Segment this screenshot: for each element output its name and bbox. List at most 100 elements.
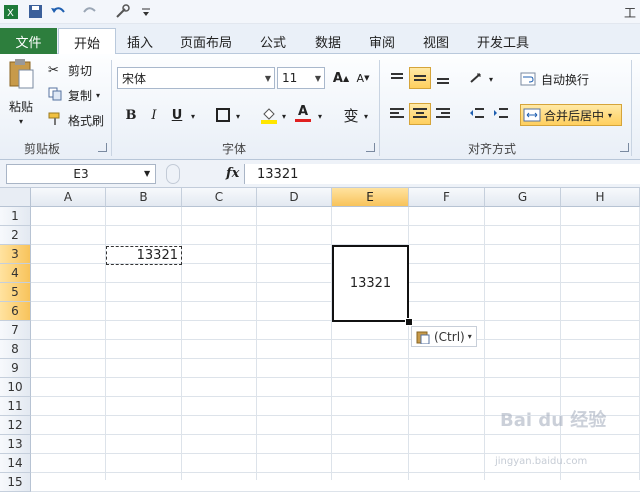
save-icon[interactable] — [26, 3, 44, 20]
tab-view[interactable]: 视图 — [414, 28, 458, 54]
orientation-dropdown-icon[interactable]: ▾ — [489, 75, 493, 84]
row-header-14[interactable]: 14 — [0, 454, 31, 473]
paste-button[interactable]: 粘贴 ▾ — [4, 58, 38, 130]
paste-options-button[interactable]: (Ctrl) ▾ — [411, 326, 477, 347]
border-button[interactable] — [212, 104, 234, 126]
font-color-dropdown-icon[interactable]: ▾ — [318, 112, 322, 121]
italic-button[interactable]: I — [143, 104, 165, 126]
grow-font-button[interactable]: A ▲ — [330, 67, 352, 89]
formula-bar-splitter[interactable] — [166, 164, 180, 184]
increase-indent-button[interactable] — [490, 103, 512, 125]
insert-function-icon[interactable]: fx — [226, 166, 239, 181]
gridline-column — [484, 207, 485, 480]
row-header-2[interactable]: 2 — [0, 226, 31, 245]
alignment-launcher-icon[interactable] — [620, 143, 629, 152]
undo-icon[interactable] — [48, 3, 70, 20]
worksheet-grid[interactable]: ABCDEFGH 1 2 3 4 5 6 7 8 9 10 11 12 13 14 15 — [0, 188, 640, 492]
align-right-button[interactable] — [432, 103, 454, 125]
tab-file[interactable]: 文件 — [0, 28, 57, 54]
border-dropdown-icon[interactable]: ▾ — [236, 112, 240, 121]
copy-dropdown-icon: ▾ — [96, 90, 101, 100]
phonetic-button[interactable]: 变 — [340, 104, 362, 126]
align-bottom-button[interactable] — [432, 67, 454, 89]
row-header-1[interactable]: 1 — [0, 207, 31, 226]
chevron-down-icon: ▼ — [264, 74, 271, 83]
column-header-g[interactable]: G — [485, 188, 561, 207]
tab-developer[interactable]: 开发工具 — [468, 28, 538, 54]
align-middle-button[interactable] — [409, 67, 431, 89]
row-header-3[interactable]: 3 — [0, 245, 31, 264]
format-painter-button[interactable]: 格式刷 — [48, 110, 104, 130]
shrink-font-button[interactable]: A ▼ — [352, 67, 374, 89]
font-size-select[interactable]: 11 ▼ — [277, 67, 325, 89]
tab-page-layout[interactable]: 页面布局 — [172, 28, 240, 54]
copy-button[interactable]: 复制 ▾ — [48, 85, 100, 105]
fill-color-dropdown-icon[interactable]: ▾ — [282, 112, 286, 121]
phonetic-dropdown-icon[interactable]: ▾ — [364, 112, 368, 121]
row-header-15[interactable]: 15 — [0, 473, 31, 492]
chevron-down-icon: ▾ — [467, 332, 472, 341]
row-header-13[interactable]: 13 — [0, 435, 31, 454]
formula-input[interactable]: 13321 — [244, 164, 640, 184]
grow-font-icon: A — [332, 70, 343, 86]
gridline-row — [31, 472, 640, 473]
format-painter-label: 格式刷 — [68, 113, 105, 128]
tab-formulas[interactable]: 公式 — [252, 28, 294, 54]
fill-color-button[interactable] — [258, 104, 280, 126]
column-header-e[interactable]: E — [332, 188, 409, 207]
row-header-10[interactable]: 10 — [0, 378, 31, 397]
column-header-c[interactable]: C — [182, 188, 257, 207]
qat-dropdown-icon[interactable] — [140, 3, 152, 20]
alignment-group-label: 对齐方式 — [468, 142, 517, 156]
align-left-button[interactable] — [386, 103, 408, 125]
bold-button[interactable]: B — [120, 104, 142, 126]
wrap-text-button[interactable]: 自动换行 — [520, 68, 589, 90]
align-top-button[interactable] — [386, 67, 408, 89]
underline-button[interactable]: U — [166, 104, 188, 126]
excel-logo-icon[interactable]: X — [2, 3, 20, 20]
tab-insert[interactable]: 插入 — [118, 28, 162, 54]
merged-cell-e3-e6[interactable]: 13321 — [332, 245, 409, 322]
column-header-b[interactable]: B — [106, 188, 182, 207]
align-bottom-icon — [437, 78, 449, 84]
column-header-a[interactable]: A — [31, 188, 106, 207]
wrap-text-label: 自动换行 — [541, 72, 590, 87]
cut-button[interactable]: ✂ 剪切 — [48, 60, 92, 80]
name-box-dropdown-icon[interactable]: ▼ — [144, 169, 150, 178]
tab-data[interactable]: 数据 — [306, 28, 350, 54]
gridline-row — [31, 339, 640, 340]
phonetic-icon: 变 — [343, 106, 359, 125]
font-name-select[interactable]: 宋体 ▼ — [117, 67, 275, 89]
row-header-11[interactable]: 11 — [0, 397, 31, 416]
ribbon-home: 粘贴 ▾ ✂ 剪切 复制 ▾ 格式刷 剪贴板 宋体 ▼ 11 ▼ A ▲ A ▼ B… — [0, 54, 640, 160]
font-size-value: 11 — [282, 71, 298, 85]
gridline-row — [31, 434, 640, 435]
customize-tool-icon[interactable] — [112, 3, 134, 20]
decrease-indent-button[interactable] — [466, 103, 488, 125]
select-all-corner[interactable] — [0, 188, 31, 207]
row-header-6[interactable]: 6 — [0, 302, 31, 321]
copied-cell-b3[interactable]: 13321 — [106, 246, 182, 265]
row-header-4[interactable]: 4 — [0, 264, 31, 283]
row-header-7[interactable]: 7 — [0, 321, 31, 340]
underline-dropdown-icon[interactable]: ▾ — [191, 112, 195, 121]
row-header-5[interactable]: 5 — [0, 283, 31, 302]
scissors-icon: ✂ — [48, 62, 59, 78]
name-box[interactable]: E3 — [6, 164, 156, 184]
row-header-9[interactable]: 9 — [0, 359, 31, 378]
align-center-button[interactable] — [409, 103, 431, 125]
tab-review[interactable]: 审阅 — [360, 28, 404, 54]
row-header-8[interactable]: 8 — [0, 340, 31, 359]
font-launcher-icon[interactable] — [366, 143, 375, 152]
fill-handle[interactable] — [405, 318, 413, 326]
redo-icon[interactable] — [80, 3, 100, 20]
clipboard-launcher-icon[interactable] — [98, 143, 107, 152]
tab-home[interactable]: 开始 — [58, 28, 116, 56]
merge-center-button[interactable]: 合并后居中 ▾ — [520, 104, 622, 126]
column-header-h[interactable]: H — [561, 188, 640, 207]
column-header-f[interactable]: F — [409, 188, 485, 207]
column-header-d[interactable]: D — [257, 188, 332, 207]
font-color-button[interactable]: A — [292, 102, 314, 124]
orientation-button[interactable] — [466, 67, 488, 89]
row-header-12[interactable]: 12 — [0, 416, 31, 435]
